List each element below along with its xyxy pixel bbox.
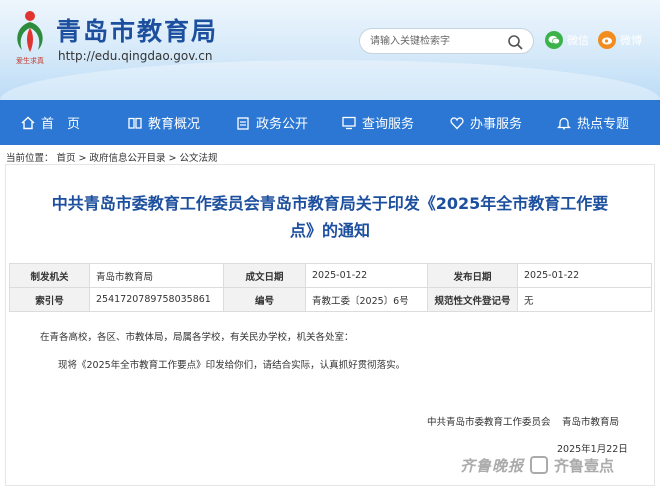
breadcrumb[interactable]: 当前位置： 首页 > 政府信息公开目录 > 公文法规	[6, 150, 218, 164]
article-body: 现将《2025年全市教育工作要点》印发给你们，请结合实际，认真抓好贯彻落实。	[58, 360, 406, 371]
weibo-icon	[598, 31, 616, 49]
education-bureau-logo[interactable]: 爱生求真	[10, 8, 50, 66]
nav-item-label: 办事服务	[470, 117, 523, 132]
search-icon[interactable]	[507, 34, 523, 50]
table-row: 制发机关 青岛市教育局 成文日期 2025-01-22 发布日期 2025-01…	[9, 263, 652, 288]
header-decoration	[0, 60, 660, 100]
weibo-label: 微博	[620, 34, 642, 47]
meta-key: 规范性文件登记号	[427, 287, 518, 312]
meta-key: 编号	[223, 287, 306, 312]
wechat-icon	[545, 31, 563, 49]
nav-item-label: 教育概况	[148, 117, 201, 132]
search-input[interactable]	[370, 33, 500, 50]
heart-icon	[450, 116, 464, 129]
nav-item-affairs-services[interactable]: 办事服务	[450, 100, 522, 145]
article-title-line2: 点》的通知	[289, 221, 370, 240]
weibo-link[interactable]: 微博	[598, 30, 642, 50]
signature-org-2: 青岛市教育局	[562, 417, 620, 428]
meta-key: 成文日期	[223, 263, 306, 288]
table-row: 索引号 2541720789758035861 编号 青教工委〔2025〕6号 …	[9, 287, 652, 312]
meta-key: 索引号	[9, 287, 90, 312]
meta-key: 制发机关	[9, 263, 90, 288]
article-title: 中共青岛市委教育工作委员会青岛市教育局关于印发《2025年全市教育工作要 点》的…	[10, 190, 650, 244]
meta-value: 2541720789758035861	[89, 287, 224, 312]
nav-item-hot-topics[interactable]: 热点专题	[557, 100, 629, 145]
nav-item-education-overview[interactable]: 教育概况	[128, 100, 200, 145]
meta-value: 无	[517, 287, 652, 312]
meta-value: 青岛市教育局	[89, 263, 224, 288]
article-title-line1: 中共青岛市委教育工作委员会青岛市教育局关于印发《2025年全市教育工作要	[51, 194, 609, 213]
clipboard-icon	[237, 116, 249, 130]
watermark-app-icon	[530, 456, 549, 474]
meta-value: 2025-01-22	[517, 263, 652, 288]
site-header: 爱生求真 青岛市教育局 http://edu.qingdao.gov.cn 微信…	[0, 0, 660, 100]
logo-text: 爱生求真	[16, 56, 44, 65]
watermark-right: 齐鲁壹点	[554, 456, 615, 475]
nav-item-label: 热点专题	[577, 117, 630, 132]
nav-item-label: 查询服务	[362, 117, 415, 132]
nav-item-label: 首 页	[41, 117, 81, 132]
nav-item-query-services[interactable]: 查询服务	[342, 100, 414, 145]
article-salutation: 在青各高校，各区、市教体局，局属各学校，有关民办学校，机关各处室：	[40, 332, 354, 343]
site-url: http://edu.qingdao.gov.cn	[58, 49, 213, 63]
bell-icon	[557, 117, 571, 130]
book-icon	[128, 117, 142, 129]
meta-value: 青教工委〔2025〕6号	[305, 287, 428, 312]
home-icon	[21, 116, 35, 129]
site-title[interactable]: 青岛市教育局	[56, 12, 218, 48]
watermark: 齐鲁晚报 齐鲁壹点	[460, 450, 614, 480]
main-nav: 首 页 教育概况 政务公开 查询服务 办事服务 热点专题	[0, 100, 660, 145]
monitor-icon	[342, 116, 356, 129]
wechat-link[interactable]: 微信	[545, 30, 589, 50]
wechat-label: 微信	[567, 34, 589, 47]
meta-key: 发布日期	[427, 263, 518, 288]
signature-org-1: 中共青岛市委教育工作委员会	[427, 417, 551, 428]
nav-item-government-affairs[interactable]: 政务公开	[236, 100, 308, 145]
nav-item-home[interactable]: 首 页	[21, 100, 80, 145]
document-metadata-table: 制发机关 青岛市教育局 成文日期 2025-01-22 发布日期 2025-01…	[9, 263, 652, 312]
search-box	[359, 28, 534, 54]
nav-item-label: 政务公开	[256, 117, 309, 132]
meta-value: 2025-01-22	[305, 263, 428, 288]
watermark-left: 齐鲁晚报	[460, 456, 525, 475]
